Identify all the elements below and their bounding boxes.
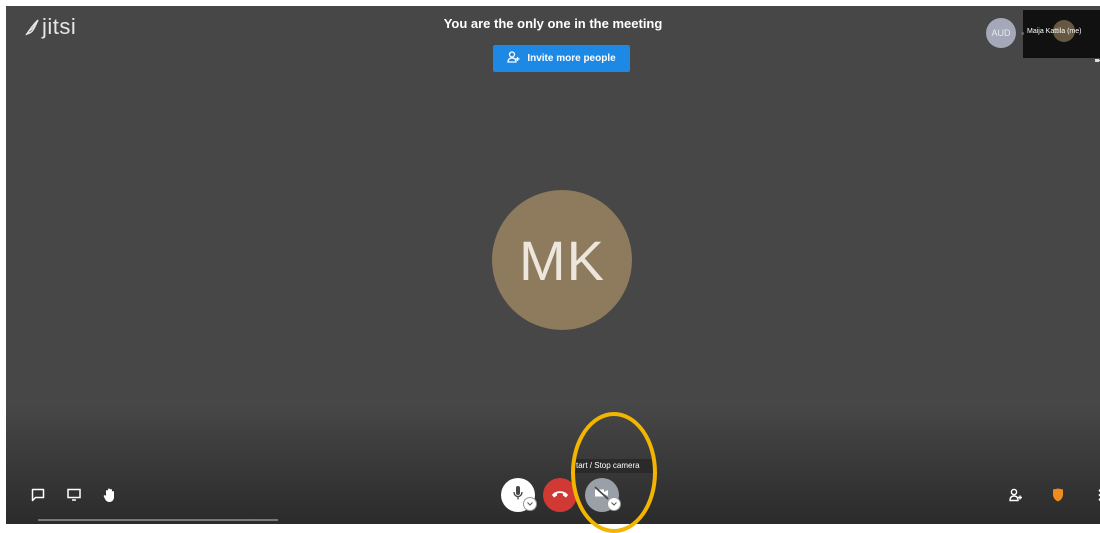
- camera-options-chevron-icon[interactable]: [607, 497, 621, 511]
- chat-button[interactable]: [26, 484, 50, 508]
- camera-muted-icon: [1095, 50, 1100, 62]
- hand-icon: [103, 487, 117, 506]
- meeting-stage: jitsi You are the only one in the meetin…: [6, 6, 1100, 524]
- connection-dot: [1021, 32, 1024, 35]
- invite-label: Invite more people: [527, 53, 616, 64]
- microphone-button[interactable]: [501, 478, 537, 512]
- meeting-status-title: You are the only one in the meeting: [443, 16, 663, 31]
- bottom-divider: [38, 519, 278, 521]
- more-button[interactable]: [1088, 484, 1100, 508]
- remote-participant-avatar[interactable]: AUD: [986, 18, 1016, 48]
- shield-icon: [1052, 488, 1064, 505]
- toolbar-left-group: [26, 484, 122, 508]
- main-avatar-initials: MK: [519, 228, 605, 292]
- toolbar-center-group: [501, 478, 621, 512]
- invite-more-people-button[interactable]: Invite more people: [493, 45, 630, 72]
- add-person-icon: [1009, 488, 1023, 505]
- raise-hand-button[interactable]: [98, 484, 122, 508]
- chat-icon: [31, 488, 45, 505]
- screen-icon: [67, 488, 81, 504]
- camera-tooltip: tart / Stop camera: [572, 459, 654, 473]
- phone-hangup-icon: [551, 486, 569, 504]
- invite-toolbar-button[interactable]: [1004, 484, 1028, 508]
- main-participant-avatar: MK: [492, 190, 632, 330]
- local-video-thumbnail[interactable]: Maija Kattila (me): [1021, 10, 1100, 62]
- hangup-button[interactable]: [543, 478, 577, 512]
- security-button[interactable]: [1046, 484, 1070, 508]
- mic-options-chevron-icon[interactable]: [523, 497, 537, 511]
- screenshare-button[interactable]: [62, 484, 86, 508]
- local-participant-name: Maija Kattila (me): [1027, 28, 1082, 35]
- toolbar-right-group: [1004, 484, 1100, 508]
- camera-toggle-button[interactable]: [585, 478, 621, 512]
- add-person-icon: [507, 51, 521, 66]
- remote-initials: AUD: [991, 28, 1011, 38]
